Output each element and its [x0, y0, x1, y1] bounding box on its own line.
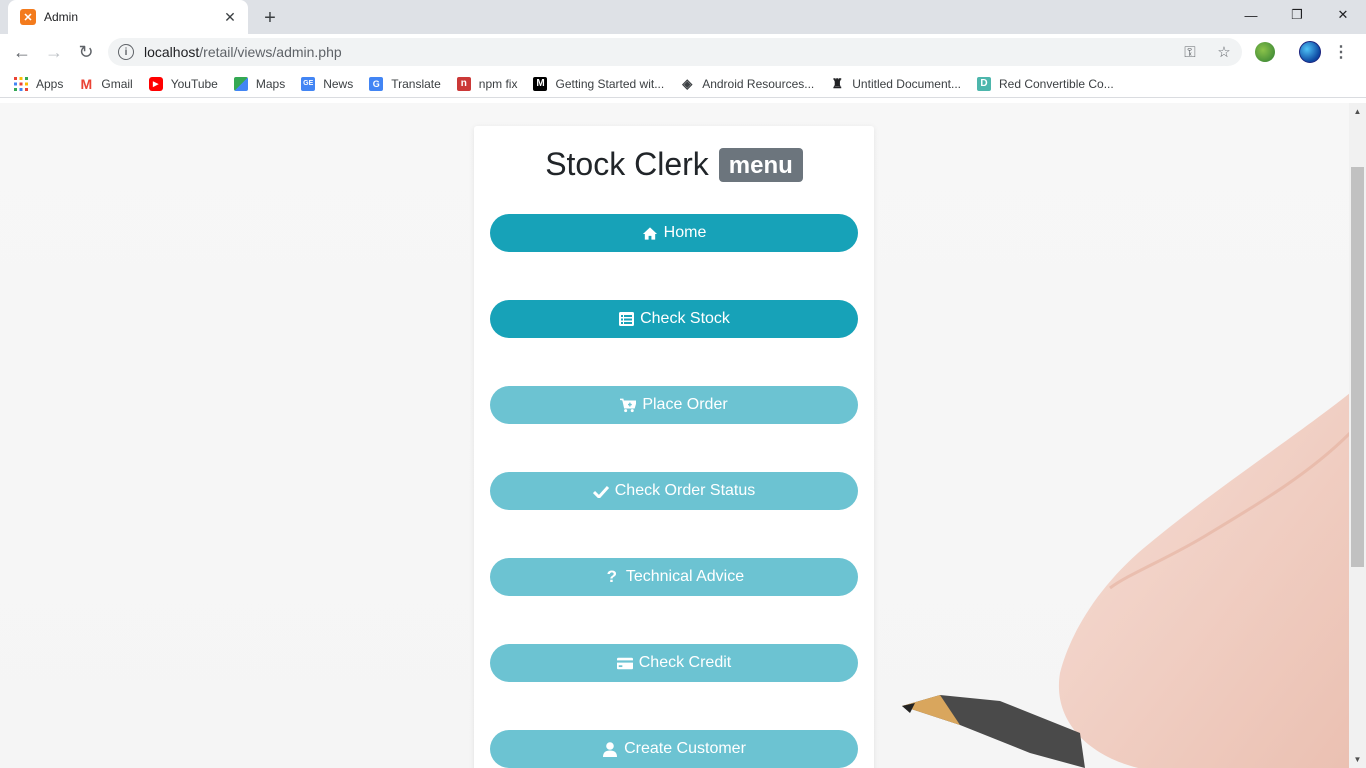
button-label: Home: [663, 224, 707, 241]
bookmark-gmail[interactable]: M Gmail: [79, 75, 133, 92]
bookmark-label: Gmail: [101, 76, 133, 91]
bookmark-label: Android Resources...: [702, 76, 815, 91]
bookmark-npm-fix[interactable]: n npm fix: [456, 76, 518, 91]
check-icon: [592, 483, 609, 499]
npm-icon: n: [456, 76, 471, 91]
page-scrollbar[interactable]: ▲ ▼: [1349, 103, 1366, 768]
home-icon: [642, 225, 658, 241]
profile-avatar[interactable]: [1299, 41, 1321, 63]
close-icon[interactable]: ✕: [222, 9, 238, 25]
android-resources-icon: ◈: [682, 75, 693, 91]
menu-card: Stock Clerk menu Home Check Stock Place …: [474, 126, 874, 768]
page-viewport: Stock Clerk menu Home Check Stock Place …: [0, 103, 1349, 768]
browser-tab[interactable]: ✕ Admin ✕: [8, 0, 248, 34]
button-label: Technical Advice: [625, 568, 745, 585]
bookmark-android-resources[interactable]: ◈ Android Resources...: [680, 75, 815, 91]
bookmark-maps[interactable]: Maps: [233, 76, 286, 91]
check-stock-button[interactable]: Check Stock: [490, 300, 858, 338]
bookmark-label: Red Convertible Co...: [998, 76, 1114, 91]
bookmark-label: Translate: [391, 76, 441, 91]
forward-icon[interactable]: →: [40, 38, 68, 66]
more-menu-icon[interactable]: ⋮: [1333, 40, 1349, 64]
new-tab-button[interactable]: +: [258, 6, 282, 30]
button-label: Place Order: [642, 396, 728, 413]
minimize-icon[interactable]: —: [1228, 0, 1274, 30]
create-customer-button[interactable]: Create Customer: [490, 730, 858, 768]
document-icon: ♜: [831, 75, 844, 91]
reload-icon[interactable]: ↻: [72, 38, 100, 66]
bookmark-label: Maps: [255, 76, 286, 91]
scroll-up-icon[interactable]: ▲: [1349, 103, 1366, 120]
button-label: Check Order Status: [614, 482, 756, 499]
bookmark-red-convertible[interactable]: D Red Convertible Co...: [976, 76, 1114, 91]
scroll-down-icon[interactable]: ▼: [1349, 751, 1366, 768]
medium-icon: M: [533, 76, 548, 91]
bookmark-label: npm fix: [478, 76, 518, 91]
bookmark-getting-started[interactable]: M Getting Started wit...: [533, 76, 665, 91]
back-icon[interactable]: ←: [8, 38, 36, 66]
browser-toolbar: ← → ↻ i localhost /retail/views/admin.ph…: [0, 34, 1366, 70]
place-order-button[interactable]: Place Order: [490, 386, 858, 424]
technical-advice-button[interactable]: ? Technical Advice: [490, 558, 858, 596]
url-path: /retail/views/admin.php: [199, 44, 342, 60]
scroll-thumb[interactable]: [1351, 167, 1364, 567]
url-host: localhost: [144, 44, 200, 60]
bookmark-apps[interactable]: Apps: [14, 76, 64, 91]
bookmark-label: Untitled Document...: [852, 76, 961, 91]
credit-card-icon: [616, 655, 633, 671]
cart-plus-icon: [620, 397, 637, 413]
bookmark-label: Apps: [36, 76, 64, 91]
question-icon: ?: [606, 567, 618, 586]
bookmark-untitled-document[interactable]: ♜ Untitled Document...: [830, 75, 961, 91]
tab-strip: ✕ Admin ✕ + — ❐ ✕: [0, 0, 1366, 34]
check-order-status-button[interactable]: Check Order Status: [490, 472, 858, 510]
check-credit-button[interactable]: Check Credit: [490, 644, 858, 682]
news-icon: GE: [301, 76, 316, 91]
button-label: Create Customer: [624, 740, 746, 757]
address-bar[interactable]: i localhost /retail/views/admin.php ⚿ ☆: [108, 38, 1242, 66]
window-close-icon[interactable]: ✕: [1320, 0, 1366, 30]
page-title-text: Stock Clerk: [545, 146, 709, 182]
bookmark-translate[interactable]: G Translate: [369, 76, 441, 91]
key-icon[interactable]: ⚿: [1180, 42, 1200, 62]
youtube-icon: ▶: [148, 76, 163, 91]
button-label: Check Credit: [638, 654, 732, 671]
bookmark-label: YouTube: [170, 76, 218, 91]
restore-icon[interactable]: ❐: [1274, 0, 1320, 30]
xampp-icon: ✕: [20, 9, 36, 25]
user-icon: [602, 741, 618, 757]
bookmark-youtube[interactable]: ▶ YouTube: [148, 76, 218, 91]
list-icon: [618, 311, 634, 327]
translate-icon: G: [369, 76, 384, 91]
page-title: Stock Clerk menu: [474, 146, 874, 183]
bookmark-news[interactable]: GE News: [301, 76, 354, 91]
button-label: Check Stock: [640, 310, 730, 327]
gmail-icon: M: [80, 75, 93, 92]
home-button[interactable]: Home: [490, 214, 858, 252]
extension-icon[interactable]: [1255, 42, 1275, 62]
menu-badge: menu: [718, 147, 803, 182]
d-icon: D: [976, 76, 991, 91]
info-icon[interactable]: i: [118, 44, 134, 60]
bookmarks-bar: Apps M Gmail ▶ YouTube Maps GE News G Tr…: [0, 70, 1366, 98]
bookmark-label: Getting Started wit...: [555, 76, 665, 91]
window-controls: — ❐ ✕: [1228, 0, 1366, 30]
hand-with-pencil-image: [902, 393, 1349, 768]
tab-title: Admin: [44, 10, 79, 24]
apps-grid-icon: [14, 76, 28, 91]
star-icon[interactable]: ☆: [1214, 42, 1234, 62]
maps-icon: [233, 76, 248, 91]
bookmark-label: News: [323, 76, 354, 91]
